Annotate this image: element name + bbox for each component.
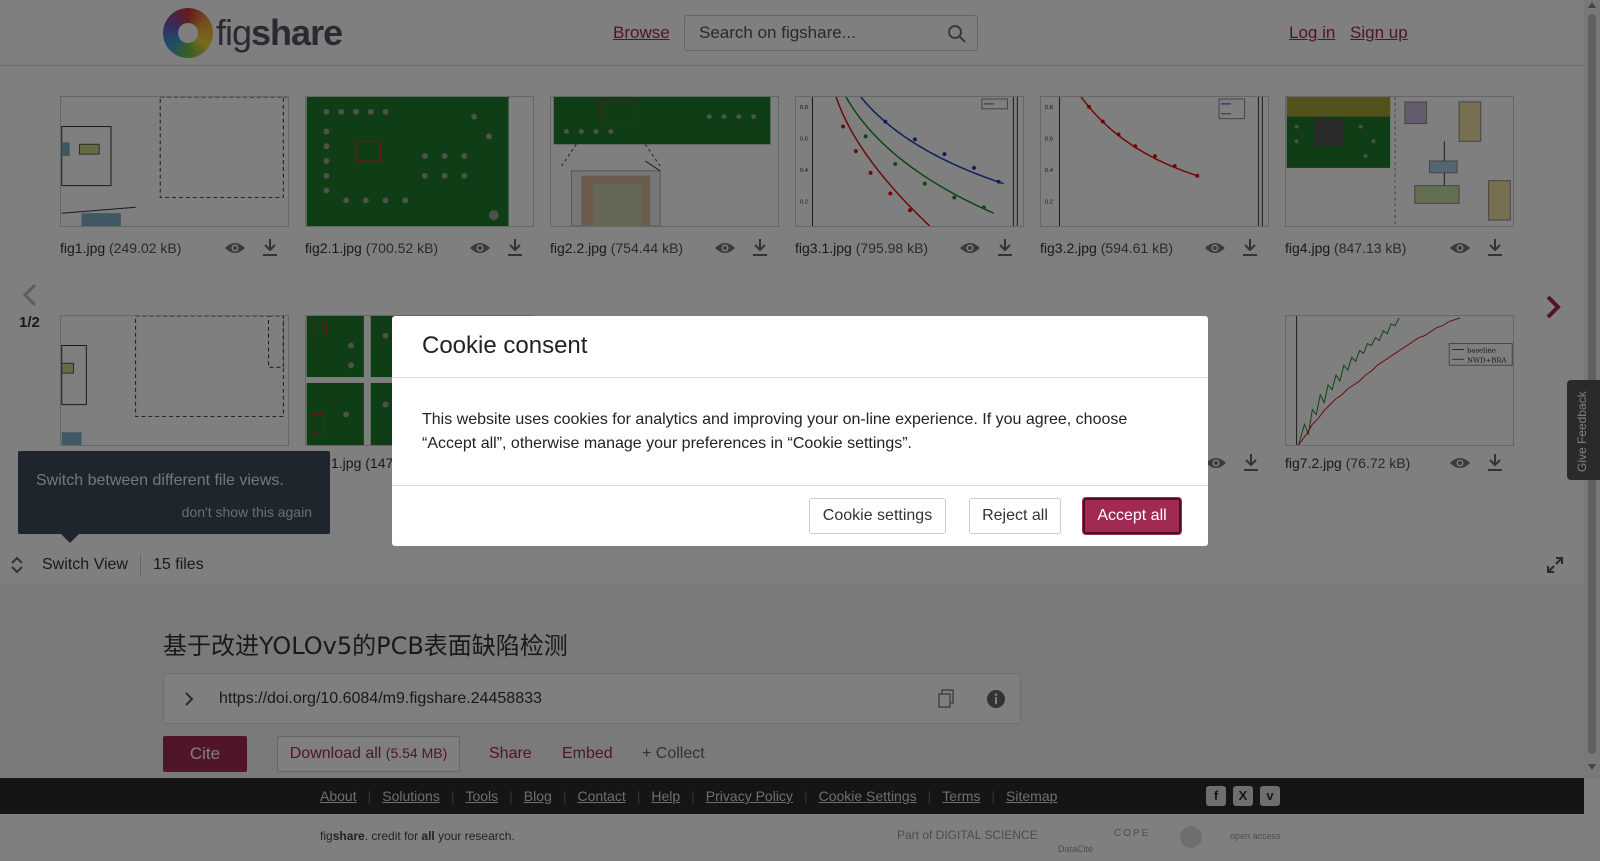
- cookie-dialog-text: This website uses cookies for analytics …: [422, 411, 1128, 452]
- cookie-dialog-title: Cookie consent: [422, 332, 588, 359]
- cookie-settings-button[interactable]: Cookie settings: [809, 498, 946, 534]
- cookie-consent-dialog: Cookie consent This website uses cookies…: [392, 316, 1208, 546]
- divider: [392, 377, 1208, 378]
- reject-all-button[interactable]: Reject all: [969, 498, 1061, 534]
- divider: [392, 485, 1208, 486]
- accept-all-button[interactable]: Accept all: [1083, 498, 1181, 534]
